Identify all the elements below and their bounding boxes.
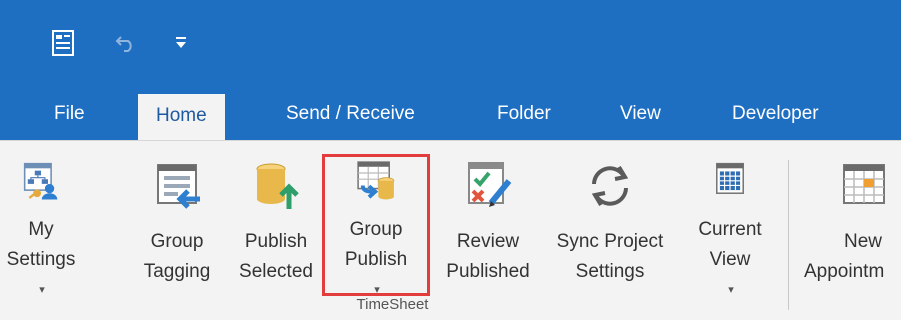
ribbon-body: My Settings ▾ Group Tagging Publish Sele…	[0, 140, 901, 320]
app-form-icon[interactable]	[52, 30, 74, 56]
my-settings-icon	[23, 162, 58, 200]
review-published-button[interactable]: Review Published	[432, 155, 544, 305]
tab-view[interactable]: View	[620, 88, 661, 140]
sync-icon	[591, 165, 629, 207]
sync-project-settings-label: Sync Project Settings	[556, 231, 664, 282]
sync-project-settings-button[interactable]: Sync Project Settings	[545, 155, 675, 305]
highlight-box	[322, 154, 430, 296]
title-bar	[0, 0, 901, 88]
new-appointment-icon	[843, 164, 885, 204]
group-tagging-label: Group Tagging	[143, 231, 211, 282]
tab-home[interactable]: Home	[138, 94, 225, 140]
group-tagging-icon	[157, 164, 200, 209]
publish-selected-label: Publish Selected	[239, 231, 313, 282]
undo-icon[interactable]	[115, 32, 137, 52]
review-published-icon	[468, 162, 512, 207]
my-settings-button[interactable]: My Settings ▾	[0, 155, 82, 305]
customize-qat-icon[interactable]	[175, 36, 187, 50]
tab-send-receive[interactable]: Send / Receive	[286, 88, 415, 140]
tab-folder[interactable]: Folder	[497, 88, 551, 140]
current-view-label: Current View ▾	[698, 215, 761, 305]
publish-selected-button[interactable]: Publish Selected	[232, 155, 320, 305]
group-tagging-button[interactable]: Group Tagging	[140, 155, 214, 305]
new-appointment-label: New Appointm	[804, 231, 885, 282]
group-separator	[788, 160, 789, 310]
current-view-icon	[716, 162, 744, 194]
current-view-button[interactable]: Current View ▾	[686, 155, 774, 305]
tab-file[interactable]: File	[54, 88, 85, 140]
tab-developer[interactable]: Developer	[732, 88, 819, 140]
publish-selected-icon	[256, 163, 299, 209]
review-published-label: Review Published	[446, 231, 530, 282]
my-settings-label: My Settings ▾	[7, 215, 76, 305]
ribbon-tabs: File Home Send / Receive Folder View Dev…	[0, 88, 901, 140]
new-appointment-button[interactable]: New Appointm	[800, 155, 901, 305]
timesheet-group-label: TimeSheet	[356, 296, 429, 313]
